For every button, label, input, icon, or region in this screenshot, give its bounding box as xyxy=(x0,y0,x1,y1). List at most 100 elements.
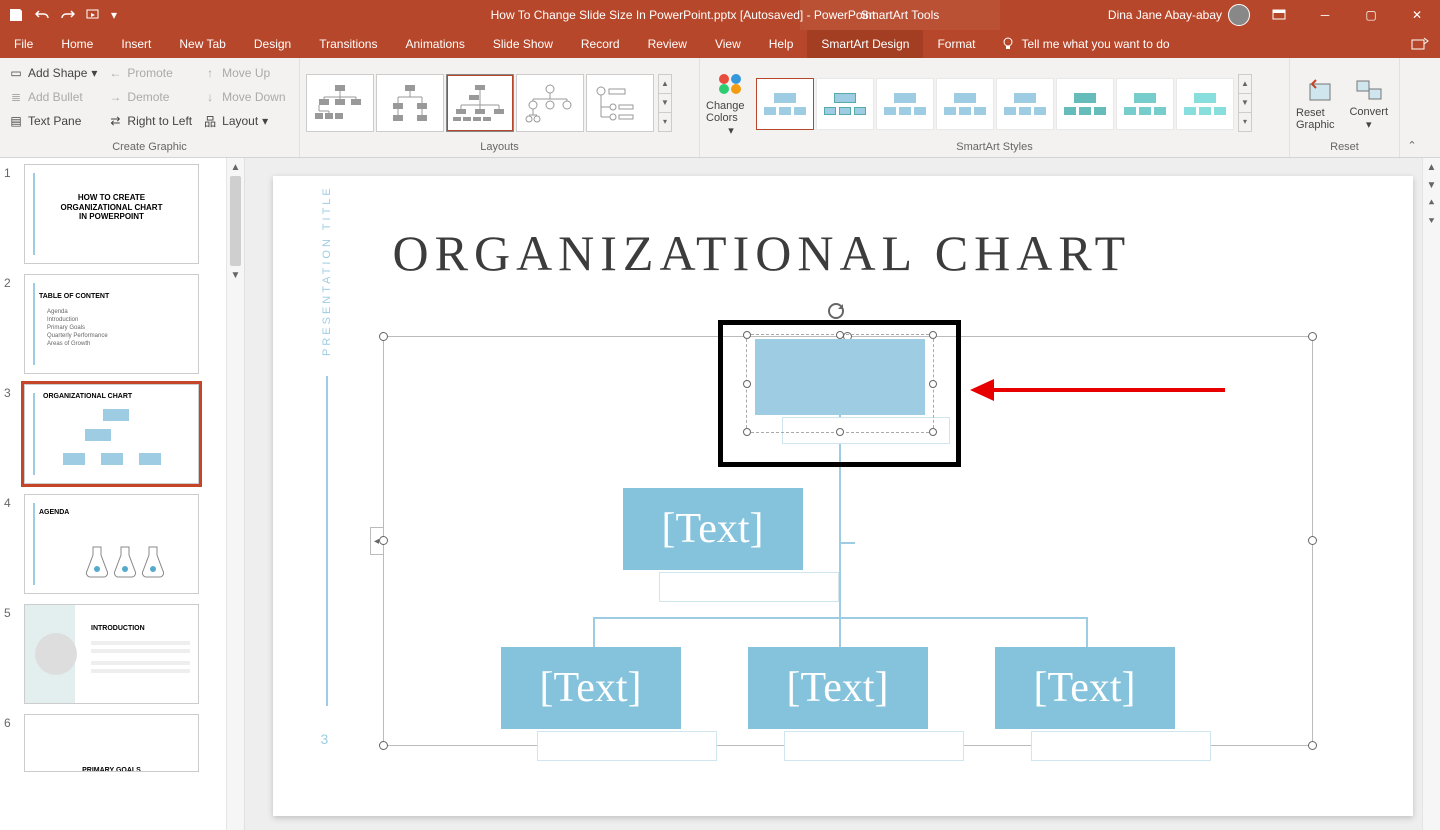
thumbnail-row[interactable]: 6 PRIMARY GOALS xyxy=(4,714,244,772)
move-up-icon: ↑ xyxy=(202,65,218,81)
tell-me-search[interactable]: Tell me what you want to do xyxy=(989,30,1181,58)
tab-help[interactable]: Help xyxy=(755,30,808,58)
layout-button[interactable]: 品Layout ▾ xyxy=(200,110,287,132)
org-node[interactable]: [Text] xyxy=(748,647,928,729)
tab-transitions[interactable]: Transitions xyxy=(305,30,391,58)
right-to-left-button[interactable]: ⇄Right to Left xyxy=(105,110,194,132)
thumbnail-scrollbar[interactable]: ▲ ▼ xyxy=(226,158,244,830)
layout-option[interactable] xyxy=(586,74,654,132)
style-option[interactable] xyxy=(1176,78,1234,130)
style-option[interactable] xyxy=(996,78,1054,130)
slide-thumbnail[interactable]: PRIMARY GOALS xyxy=(24,714,199,772)
style-option[interactable] xyxy=(816,78,874,130)
tab-animations[interactable]: Animations xyxy=(391,30,478,58)
scroll-up-icon[interactable]: ▲ xyxy=(227,158,244,176)
slide-thumbnail-selected[interactable]: ORGANIZATIONAL CHART xyxy=(24,384,199,484)
tab-new-tab[interactable]: New Tab xyxy=(165,30,239,58)
scroll-up-icon[interactable]: ▲ xyxy=(1423,158,1440,176)
org-node[interactable]: [Text] xyxy=(501,647,681,729)
move-down-button: ↓Move Down xyxy=(200,86,287,108)
undo-icon[interactable] xyxy=(30,3,54,27)
tab-insert[interactable]: Insert xyxy=(107,30,165,58)
maximize-icon[interactable]: ▢ xyxy=(1348,0,1394,30)
add-shape-button[interactable]: ▭Add Shape ▾ xyxy=(6,62,99,84)
change-colors-button[interactable]: Change Colors ▾ xyxy=(706,62,756,139)
scrollbar-handle[interactable] xyxy=(230,176,241,266)
minimize-icon[interactable]: ─ xyxy=(1302,0,1348,30)
slide-number: 3 xyxy=(321,731,329,747)
slide-thumbnail[interactable]: AGENDA xyxy=(24,494,199,594)
thumbnail-row[interactable]: 2 TABLE OF CONTENT Agenda Introduction P… xyxy=(4,274,244,374)
org-node[interactable]: [Text] xyxy=(995,647,1175,729)
move-up-button: ↑Move Up xyxy=(200,62,287,84)
ribbon-display-icon[interactable] xyxy=(1256,0,1302,30)
thumbnail-row[interactable]: 5 INTRODUCTION xyxy=(4,604,244,704)
org-node-label[interactable] xyxy=(784,731,964,761)
tab-smartart-design[interactable]: SmartArt Design xyxy=(807,30,923,58)
side-title: PRESENTATION TITLE xyxy=(321,185,333,356)
scroll-down-icon[interactable]: ▼ xyxy=(227,266,244,284)
layout-option-selected[interactable] xyxy=(446,74,514,132)
ribbon-tabs: File Home Insert New Tab Design Transiti… xyxy=(0,30,1440,58)
tab-format[interactable]: Format xyxy=(923,30,989,58)
slide-thumbnails-panel[interactable]: 1 HOW TO CREATEORGANIZATIONAL CHARTIN PO… xyxy=(0,158,245,830)
slide-canvas[interactable]: PRESENTATION TITLE 3 ORGANIZATIONAL CHAR… xyxy=(273,176,1413,816)
thumb-number: 5 xyxy=(4,604,24,704)
tab-record[interactable]: Record xyxy=(567,30,634,58)
slide-thumbnail[interactable]: INTRODUCTION xyxy=(24,604,199,704)
text-pane-button[interactable]: ▤Text Pane xyxy=(6,110,99,132)
add-shape-icon: ▭ xyxy=(8,65,24,81)
style-option[interactable] xyxy=(876,78,934,130)
group-label: SmartArt Styles xyxy=(706,139,1283,157)
styles-scroll[interactable]: ▲▼▾ xyxy=(1238,74,1252,132)
change-colors-icon xyxy=(715,68,747,100)
tab-home[interactable]: Home xyxy=(47,30,107,58)
user-area[interactable]: Dina Jane Abay-abay xyxy=(1102,4,1256,26)
slide-title[interactable]: ORGANIZATIONAL CHART xyxy=(393,224,1132,282)
avatar xyxy=(1228,4,1250,26)
slide-thumbnail[interactable]: HOW TO CREATEORGANIZATIONAL CHARTIN POWE… xyxy=(24,164,199,264)
org-node-label[interactable] xyxy=(659,572,839,602)
demote-icon: → xyxy=(107,89,123,105)
thumbnail-row[interactable]: 4 AGENDA xyxy=(4,494,244,594)
tab-design[interactable]: Design xyxy=(240,30,305,58)
save-icon[interactable] xyxy=(4,3,28,27)
group-label: Create Graphic xyxy=(6,139,293,157)
close-icon[interactable]: ✕ xyxy=(1394,0,1440,30)
layout-option[interactable] xyxy=(376,74,444,132)
tab-view[interactable]: View xyxy=(701,30,755,58)
thumb-number: 4 xyxy=(4,494,24,594)
style-option[interactable] xyxy=(936,78,994,130)
next-slide-icon[interactable]: ⯆ xyxy=(1423,212,1440,230)
layout-option[interactable] xyxy=(516,74,584,132)
promote-icon: ← xyxy=(107,65,123,81)
qat-dropdown-icon[interactable]: ▾ xyxy=(108,3,120,27)
reset-graphic-button[interactable]: Reset Graphic xyxy=(1296,62,1345,139)
thumbnail-row[interactable]: 1 HOW TO CREATEORGANIZATIONAL CHARTIN PO… xyxy=(4,164,244,264)
org-node[interactable]: [Text] xyxy=(623,488,803,570)
layouts-scroll[interactable]: ▲▼▾ xyxy=(658,74,672,132)
tab-review[interactable]: Review xyxy=(634,30,701,58)
style-option[interactable] xyxy=(1056,78,1114,130)
from-beginning-icon[interactable] xyxy=(82,3,106,27)
share-icon[interactable] xyxy=(1400,30,1440,58)
style-option-selected[interactable] xyxy=(756,78,814,130)
convert-button[interactable]: Convert ▾ xyxy=(1345,62,1394,139)
redo-icon[interactable] xyxy=(56,3,80,27)
thumbnail-row[interactable]: 3 ORGANIZATIONAL CHART xyxy=(4,384,244,484)
group-create-graphic: ▭Add Shape ▾ ≣Add Bullet ▤Text Pane ←Pro… xyxy=(0,58,300,157)
rotate-handle-icon[interactable] xyxy=(827,302,845,320)
tab-file[interactable]: File xyxy=(0,30,47,58)
tab-slide-show[interactable]: Slide Show xyxy=(479,30,567,58)
text-pane-icon: ▤ xyxy=(8,113,24,129)
prev-slide-icon[interactable]: ⯅ xyxy=(1423,194,1440,212)
slide-thumbnail[interactable]: TABLE OF CONTENT Agenda Introduction Pri… xyxy=(24,274,199,374)
org-node-label[interactable] xyxy=(537,731,717,761)
style-option[interactable] xyxy=(1116,78,1174,130)
scroll-down-icon[interactable]: ▼ xyxy=(1423,176,1440,194)
layout-option[interactable] xyxy=(306,74,374,132)
org-node-label[interactable] xyxy=(1031,731,1211,761)
collapse-ribbon-icon[interactable]: ⌃ xyxy=(1400,58,1424,158)
editor-scrollbar[interactable]: ▲ ▼ ⯅ ⯆ xyxy=(1422,158,1440,830)
slide-editor-area[interactable]: PRESENTATION TITLE 3 ORGANIZATIONAL CHAR… xyxy=(245,158,1440,830)
